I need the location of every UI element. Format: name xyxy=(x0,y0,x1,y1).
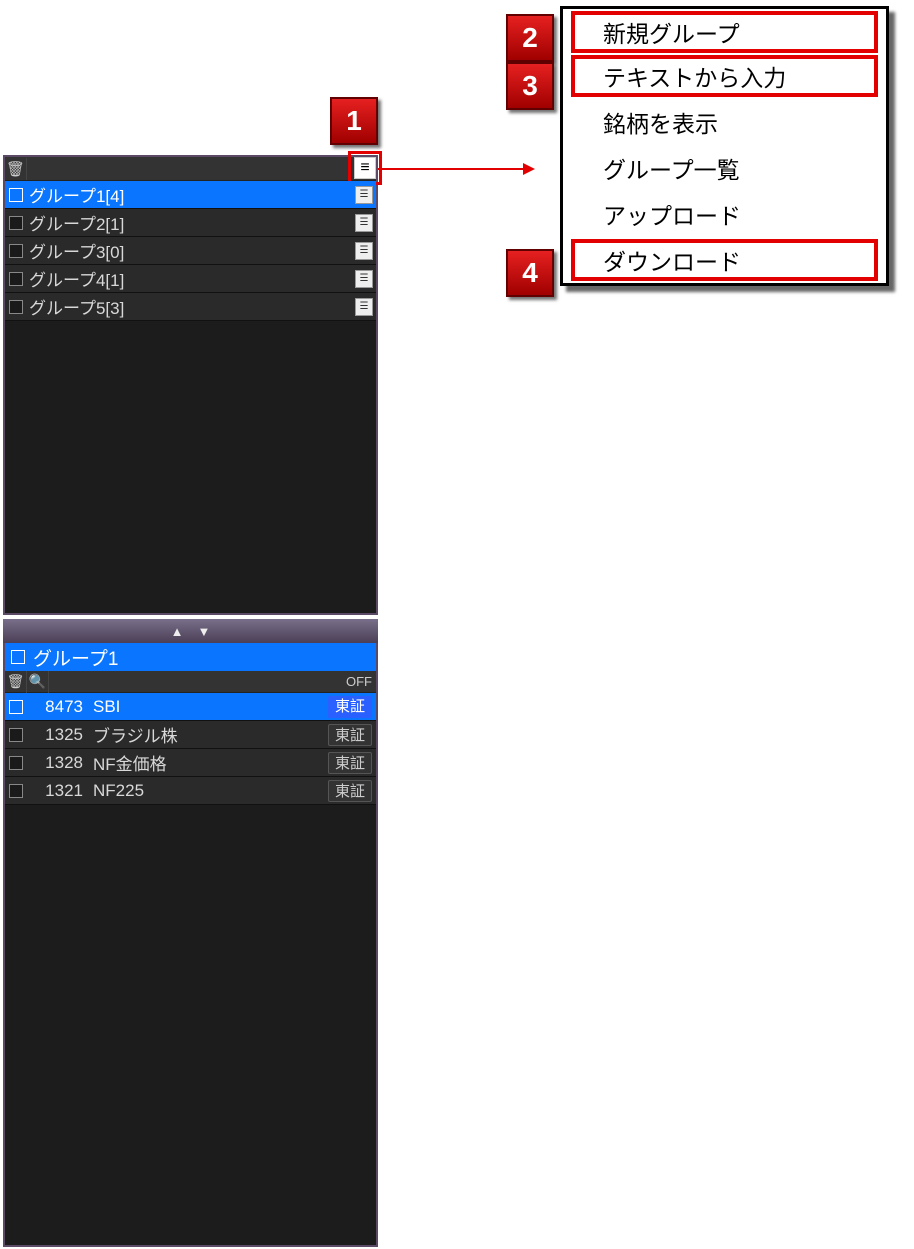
stock-row[interactable]: 1325 ブラジル株東証 xyxy=(5,721,376,749)
search-icon[interactable]: 🔍 xyxy=(27,671,49,693)
group-row-checkbox[interactable] xyxy=(9,244,23,258)
exchange-badge: 東証 xyxy=(328,696,372,718)
context-menu-item[interactable]: 新規グループ xyxy=(571,11,878,53)
list-icon[interactable]: ☰ xyxy=(355,270,373,288)
off-toggle[interactable]: OFF xyxy=(346,674,376,689)
group-row-checkbox[interactable] xyxy=(9,272,23,286)
stock-panel-title-label: グループ1 xyxy=(33,644,118,671)
group-row[interactable]: グループ4[1] ☰ xyxy=(5,265,376,293)
splitter-up-icon[interactable]: ▲ xyxy=(171,624,184,639)
stock-row-checkbox[interactable] xyxy=(9,756,23,770)
callout-badge-2: 2 xyxy=(506,14,554,62)
context-menu-item[interactable]: 銘柄を表示 xyxy=(563,99,886,145)
group-row[interactable]: グループ2[1] ☰ xyxy=(5,209,376,237)
stock-list: 8473SBI東証1325ブラジル株東証1328NF金価格東証1321NF225… xyxy=(5,693,376,805)
trash-icon[interactable]: 🗑 xyxy=(5,671,27,693)
stock-code: 1321 xyxy=(29,781,83,801)
context-menu-item[interactable]: テキストから入力 xyxy=(571,55,878,97)
list-icon[interactable]: ☰ xyxy=(355,298,373,316)
stock-panel-title[interactable]: グループ1 xyxy=(5,643,376,671)
context-menu: 新規グループテキストから入力銘柄を表示グループ一覧アップロードダウンロード xyxy=(560,6,889,286)
stock-row[interactable]: 1321 NF225東証 xyxy=(5,777,376,805)
stock-row-checkbox[interactable] xyxy=(9,784,23,798)
callout-badge-3: 3 xyxy=(506,62,554,110)
context-menu-item[interactable]: グループ一覧 xyxy=(563,145,886,191)
stock-code: 8473 xyxy=(29,697,83,717)
stock-row[interactable]: 1328 NF金価格東証 xyxy=(5,749,376,777)
callout-badge-1: 1 xyxy=(330,97,378,145)
stock-name: NF金価格 xyxy=(93,750,328,775)
group-row-label: グループ2[1] xyxy=(29,210,124,235)
exchange-badge: 東証 xyxy=(328,724,372,746)
stock-name: SBI xyxy=(93,697,328,717)
stock-row[interactable]: 8473 SBI東証 xyxy=(5,693,376,721)
title-checkbox[interactable] xyxy=(11,650,25,664)
context-menu-item[interactable]: ダウンロード xyxy=(571,239,878,281)
group-row-label: グループ4[1] xyxy=(29,266,124,291)
stock-name: ブラジル株 xyxy=(93,722,328,747)
stock-code: 1328 xyxy=(29,753,83,773)
context-menu-item[interactable]: アップロード xyxy=(563,191,886,237)
callout-badge-4: 4 xyxy=(506,249,554,297)
stock-row-checkbox[interactable] xyxy=(9,700,23,714)
list-icon[interactable]: ☰ xyxy=(355,214,373,232)
group-row-label: グループ1[4] xyxy=(29,182,124,207)
stock-name: NF225 xyxy=(93,781,328,801)
splitter-bar[interactable]: ▲ ▼ xyxy=(3,619,378,643)
group-row[interactable]: グループ5[3] ☰ xyxy=(5,293,376,321)
group-row-label: グループ3[0] xyxy=(29,238,124,263)
stock-panel: グループ1 🗑 🔍 OFF 8473SBI東証1325ブラジル株東証1328NF… xyxy=(3,643,378,1247)
list-icon[interactable]: ☰ xyxy=(355,242,373,260)
stock-code: 1325 xyxy=(29,725,83,745)
group-list: グループ1[4]☰グループ2[1]☰グループ3[0]☰グループ4[1]☰グループ… xyxy=(5,181,376,321)
arrow-indicator xyxy=(378,168,533,170)
exchange-badge: 東証 xyxy=(328,752,372,774)
group-panel-header: 🗑 ≡ xyxy=(5,157,376,181)
list-icon[interactable]: ☰ xyxy=(355,186,373,204)
stock-row-checkbox[interactable] xyxy=(9,728,23,742)
trash-icon[interactable]: 🗑 xyxy=(5,158,27,180)
group-row-checkbox[interactable] xyxy=(9,188,23,202)
group-row[interactable]: グループ3[0] ☰ xyxy=(5,237,376,265)
group-row-checkbox[interactable] xyxy=(9,216,23,230)
group-row-label: グループ5[3] xyxy=(29,294,124,319)
group-row[interactable]: グループ1[4] ☰ xyxy=(5,181,376,209)
splitter-down-icon[interactable]: ▼ xyxy=(198,624,211,639)
hamburger-menu-icon[interactable]: ≡ xyxy=(354,157,376,179)
group-panel: 🗑 ≡ グループ1[4] ☰ グループ2[1] ☰ グループ3[0] ☰ グループ4[1] ☰… xyxy=(3,155,378,615)
stock-toolbar: 🗑 🔍 OFF xyxy=(5,671,376,693)
group-row-checkbox[interactable] xyxy=(9,300,23,314)
exchange-badge: 東証 xyxy=(328,780,372,802)
